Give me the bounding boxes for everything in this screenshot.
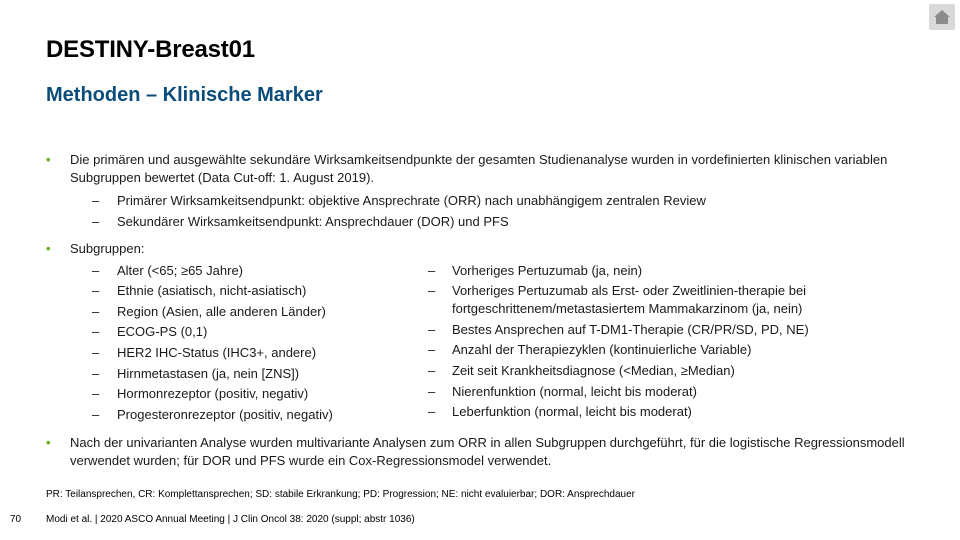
dash-marker: – [428,283,436,299]
dash-marker: – [92,262,100,278]
subgroup-item: – Progesteronrezeptor (positiv, negativ) [46,406,428,424]
bullet-text: Subgruppen: [70,241,145,256]
bullet-marker: • [46,434,51,450]
subgroup-item: – Leberfunktion (normal, leicht bis moder… [428,403,848,421]
footnote: PR: Teilansprechen, CR: Komplettansprech… [46,489,635,500]
subgroup-item-text: Anzahl der Therapiezyklen (kontinuierlic… [452,342,752,358]
subgroup-item: – Hormonrezeptor (positiv, negativ) [46,385,428,403]
dash-marker: – [428,321,436,337]
subgroup-item-text: Nierenfunktion (normal, leicht bis moder… [452,383,697,399]
subgroup-item: – Vorheriges Pertuzumab (ja, nein) [428,262,848,280]
subgroup-item-text: Ethnie (asiatisch, nicht-asiatisch) [117,283,307,299]
dash-marker: – [92,406,100,422]
page-number: 70 [10,514,22,525]
dash-marker: – [92,324,100,340]
bullet-subgroups: • Subgruppen: [46,240,926,258]
bullet-multivariate: • Nach der univarianten Analyse wurden m… [46,434,926,470]
slide-content: • Die primären und ausgewählte sekundäre… [46,151,926,470]
subgroup-item-text: Hirnmetastasen (ja, nein [ZNS]) [117,365,300,381]
subgroup-item-text: Hormonrezeptor (positiv, negativ) [117,386,309,402]
dash-marker: – [428,262,436,278]
subgroup-column-right: – Vorheriges Pertuzumab (ja, nein) – Vorhe… [428,259,848,424]
subgroup-item-text: ECOG-PS (0,1) [117,324,208,340]
slide-title: DESTINY-Breast01 [46,36,255,63]
subgroup-item: – Vorheriges Pertuzumab als Erst- oder Zw… [428,282,848,318]
subgroup-item: – Nierenfunktion (normal, leicht bis mode… [428,383,848,401]
dash-marker: – [92,283,100,299]
subgroup-item: – ECOG-PS (0,1) [46,323,428,341]
subgroup-item-text: Region (Asien, alle anderen Länder) [117,303,326,319]
subgroup-item: – HER2 IHC-Status (IHC3+, andere) [46,344,428,362]
dash-marker: – [92,365,100,381]
subgroup-item: – Ethnie (asiatisch, nicht-asiatisch) [46,282,428,300]
subgroup-item-text: Vorheriges Pertuzumab (ja, nein) [452,262,643,278]
sub-item: – Sekundärer Wirksamkeitsendpunkt: Anspr… [46,213,926,231]
dash-marker: – [428,342,436,358]
subgroup-item-text: Vorheriges Pertuzumab als Erst- oder Zwe… [452,283,807,317]
subgroup-item-text: Alter (<65; ≥65 Jahre) [117,262,244,278]
dash-marker: – [92,344,100,360]
subgroup-columns: – Alter (<65; ≥65 Jahre) – Ethnie (asiatis… [46,259,926,424]
subgroup-item: – Anzahl der Therapiezyklen (kontinuierli… [428,341,848,359]
subgroup-item: – Alter (<65; ≥65 Jahre) [46,262,428,280]
bullet-marker: • [46,241,51,256]
sub-item-text: Primärer Wirksamkeitsendpunkt: objektive… [117,193,706,208]
dash-marker: – [428,404,436,420]
dash-marker: – [92,193,100,208]
citation: Modi et al. | 2020 ASCO Annual Meeting |… [46,514,415,525]
bullet-study-analysis: • Die primären und ausgewählte sekundäre… [46,151,926,187]
subgroup-item-text: Progesteronrezeptor (positiv, negativ) [117,406,333,422]
dash-marker: – [92,214,100,229]
dash-marker: – [428,383,436,399]
subgroup-item: – Bestes Ansprechen auf T-DM1-Therapie (C… [428,321,848,339]
sub-item-text: Sekundärer Wirksamkeitsendpunkt: Ansprec… [117,214,509,229]
subgroup-item: – Zeit seit Krankheitsdiagnose (<Median, … [428,362,848,380]
home-button[interactable] [929,4,955,30]
subgroup-item-text: Leberfunktion (normal, leicht bis modera… [452,404,692,420]
subgroup-item-text: HER2 IHC-Status (IHC3+, andere) [117,344,317,360]
subgroup-column-left: – Alter (<65; ≥65 Jahre) – Ethnie (asiatis… [46,259,428,424]
home-icon [934,10,950,24]
subgroup-item: – Hirnmetastasen (ja, nein [ZNS]) [46,365,428,383]
subgroup-item-text: Zeit seit Krankheitsdiagnose (<Median, ≥… [452,362,735,378]
dash-marker: – [92,386,100,402]
bullet-text: Nach der univarianten Analyse wurden mul… [70,434,905,468]
sub-item: – Primärer Wirksamkeitsendpunkt: objekti… [46,192,926,210]
subgroup-item: – Region (Asien, alle anderen Länder) [46,303,428,321]
dash-marker: – [92,303,100,319]
bullet-text: Die primären und ausgewählte sekundäre W… [70,152,888,185]
subgroup-item-text: Bestes Ansprechen auf T-DM1-Therapie (CR… [452,321,809,337]
bullet-marker: • [46,152,51,167]
dash-marker: – [428,362,436,378]
slide-subtitle: Methoden – Klinische Marker [46,84,323,106]
